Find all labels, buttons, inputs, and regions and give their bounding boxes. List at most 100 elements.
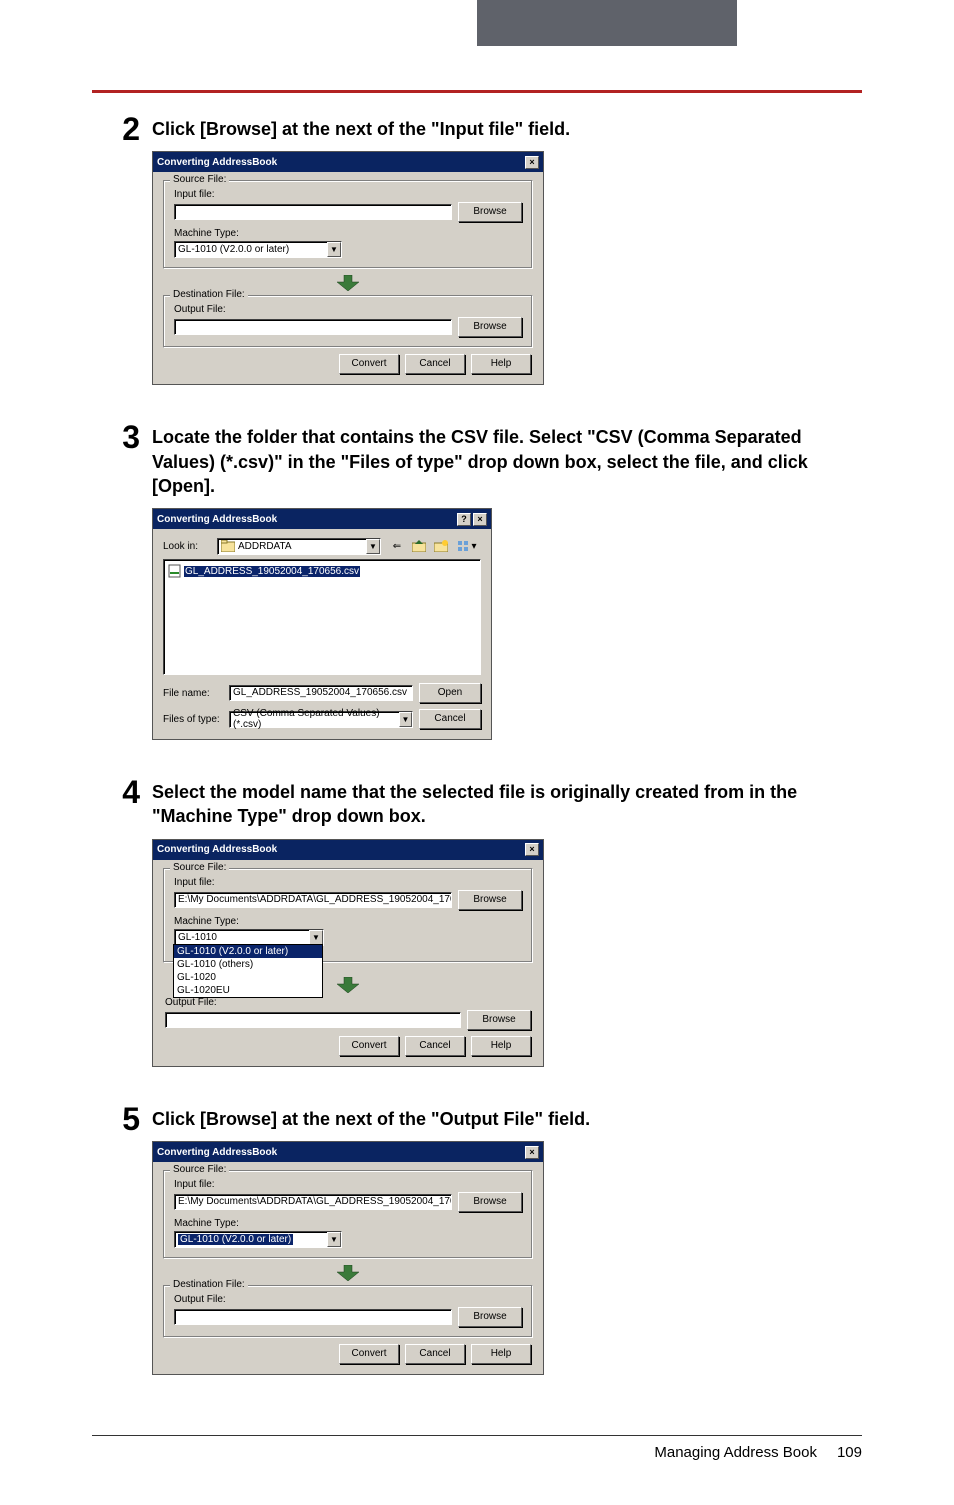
lookin-value: ADDRDATA — [238, 541, 292, 552]
machine-type-value: GL-1010 (V2.0.0 or later) — [178, 1234, 293, 1245]
dest-fieldset: Destination File: Output File: Browse — [163, 295, 533, 348]
output-file-field[interactable] — [174, 319, 452, 335]
file-item-selected[interactable]: GL_ADDRESS_19052004_170656.csv — [168, 564, 360, 578]
back-icon[interactable]: ⇐ — [387, 537, 407, 555]
source-fieldset: Source File: Input file: Browse Machine … — [163, 180, 533, 269]
source-legend: Source File: — [170, 862, 229, 873]
browse-input-button[interactable]: Browse — [458, 1192, 522, 1212]
close-icon[interactable]: × — [525, 843, 539, 856]
machine-type-label: Machine Type: — [174, 1218, 522, 1229]
browse-output-button[interactable]: Browse — [458, 1307, 522, 1327]
open-button[interactable]: Open — [419, 683, 481, 703]
cancel-button[interactable]: Cancel — [405, 1344, 465, 1364]
step-title-3: Locate the folder that contains the CSV … — [152, 425, 862, 498]
filetype-select[interactable]: CSV (Comma Separated Values) (*.csv) ▼ — [229, 711, 413, 728]
footer-rule — [92, 1435, 862, 1436]
footer-text: Managing Address Book — [654, 1444, 817, 1461]
file-list[interactable]: GL_ADDRESS_19052004_170656.csv — [163, 559, 481, 675]
machine-type-dropdown[interactable]: GL-1010 (V2.0.0 or later) GL-1010 (other… — [173, 944, 323, 998]
step-2: 2 Click [Browse] at the next of the "Inp… — [92, 117, 862, 385]
machine-type-select[interactable]: GL-1010 (V2.0.0 or later) ▼ — [174, 1231, 342, 1248]
help-icon[interactable]: ? — [457, 513, 471, 526]
filename-field[interactable]: GL_ADDRESS_19052004_170656.csv — [229, 685, 413, 701]
folder-icon — [221, 540, 235, 552]
dialog-titlebar: Converting AddressBook ? × — [153, 509, 491, 529]
dialog-titlebar: Converting AddressBook × — [153, 152, 543, 172]
step-3: 3 Locate the folder that contains the CS… — [92, 425, 862, 740]
lookin-select[interactable]: ADDRDATA ▼ — [217, 538, 381, 555]
machine-type-value: GL-1010 — [178, 932, 217, 943]
machine-type-value: GL-1010 (V2.0.0 or later) — [178, 244, 289, 255]
convert-button[interactable]: Convert — [339, 354, 399, 374]
step-title-5: Click [Browse] at the next of the "Outpu… — [152, 1107, 862, 1131]
converting-dialog-3: Converting AddressBook × Source File: In… — [152, 1141, 544, 1375]
top-banner — [0, 0, 954, 46]
output-file-label: Output File: — [174, 1294, 522, 1305]
views-icon[interactable]: ▾ — [453, 537, 481, 555]
dialog-title: Converting AddressBook — [157, 514, 277, 525]
output-file-field[interactable] — [165, 1012, 461, 1028]
help-button[interactable]: Help — [471, 1036, 531, 1056]
step-number-4: 4 — [92, 776, 152, 808]
filetype-label: Files of type: — [163, 714, 223, 725]
converting-dialog-1: Converting AddressBook × Source File: In… — [152, 151, 544, 385]
dialog-title: Converting AddressBook — [157, 844, 277, 855]
chevron-down-icon: ▼ — [327, 242, 341, 257]
convert-button[interactable]: Convert — [339, 1036, 399, 1056]
input-file-field[interactable]: E:\My Documents\ADDRDATA\GL_ADDRESS_1905… — [174, 892, 452, 908]
step-4: 4 Select the model name that the selecte… — [92, 780, 862, 1067]
help-button[interactable]: Help — [471, 1344, 531, 1364]
dropdown-option-4[interactable]: GL-1020EU — [174, 984, 322, 997]
source-fieldset: Source File: Input file: E:\My Documents… — [163, 1170, 533, 1259]
output-file-label: Output File: — [165, 997, 533, 1008]
file-open-dialog: Converting AddressBook ? × Look in: ADDR… — [152, 508, 492, 740]
browse-output-button[interactable]: Browse — [458, 317, 522, 337]
close-icon[interactable]: × — [525, 156, 539, 169]
dropdown-option-3[interactable]: GL-1020 — [174, 971, 322, 984]
chevron-down-icon: ▼ — [309, 930, 323, 945]
lookin-label: Look in: — [163, 541, 211, 552]
output-file-field[interactable] — [174, 1309, 452, 1325]
file-item-name: GL_ADDRESS_19052004_170656.csv — [184, 566, 360, 577]
cancel-button[interactable]: Cancel — [405, 1036, 465, 1056]
csv-file-icon — [168, 564, 181, 578]
chevron-down-icon: ▼ — [327, 1232, 341, 1247]
step-number-3: 3 — [92, 421, 152, 453]
machine-type-label: Machine Type: — [174, 916, 522, 927]
input-file-field[interactable] — [174, 204, 452, 220]
new-folder-icon[interactable] — [431, 537, 451, 555]
close-icon[interactable]: × — [525, 1146, 539, 1159]
machine-type-label: Machine Type: — [174, 228, 522, 239]
footer-page: 109 — [837, 1444, 862, 1461]
file-dialog-toolbar: ⇐ ▾ — [387, 537, 481, 555]
help-button[interactable]: Help — [471, 354, 531, 374]
browse-input-button[interactable]: Browse — [458, 202, 522, 222]
close-icon[interactable]: × — [473, 513, 487, 526]
input-file-label: Input file: — [174, 189, 522, 200]
input-file-label: Input file: — [174, 1179, 522, 1190]
browse-output-button[interactable]: Browse — [467, 1010, 531, 1030]
dest-legend: Destination File: — [170, 289, 248, 300]
browse-input-button[interactable]: Browse — [458, 890, 522, 910]
cancel-button[interactable]: Cancel — [405, 354, 465, 374]
dest-fieldset: Destination File: Output File: Browse — [163, 1285, 533, 1338]
dropdown-option-2[interactable]: GL-1010 (others) — [174, 958, 322, 971]
filetype-value: CSV (Comma Separated Values) (*.csv) — [233, 708, 399, 730]
cancel-button[interactable]: Cancel — [419, 709, 481, 729]
dialog-title: Converting AddressBook — [157, 157, 277, 168]
dialog-title: Converting AddressBook — [157, 1147, 277, 1158]
page-content: 2 Click [Browse] at the next of the "Inp… — [0, 46, 954, 1505]
step-number-2: 2 — [92, 113, 152, 145]
dropdown-option-1[interactable]: GL-1010 (V2.0.0 or later) — [174, 945, 322, 958]
machine-type-select[interactable]: GL-1010 (V2.0.0 or later) ▼ — [174, 241, 342, 258]
top-dark-rect — [477, 0, 737, 46]
filename-label: File name: — [163, 688, 223, 699]
input-file-field[interactable]: E:\My Documents\ADDRDATA\GL_ADDRESS_1905… — [174, 1194, 452, 1210]
dialog-titlebar: Converting AddressBook × — [153, 840, 543, 860]
red-rule — [92, 90, 862, 93]
page-footer: Managing Address Book 109 — [92, 1444, 862, 1461]
source-legend: Source File: — [170, 174, 229, 185]
up-folder-icon[interactable] — [409, 537, 429, 555]
convert-button[interactable]: Convert — [339, 1344, 399, 1364]
source-legend: Source File: — [170, 1164, 229, 1175]
